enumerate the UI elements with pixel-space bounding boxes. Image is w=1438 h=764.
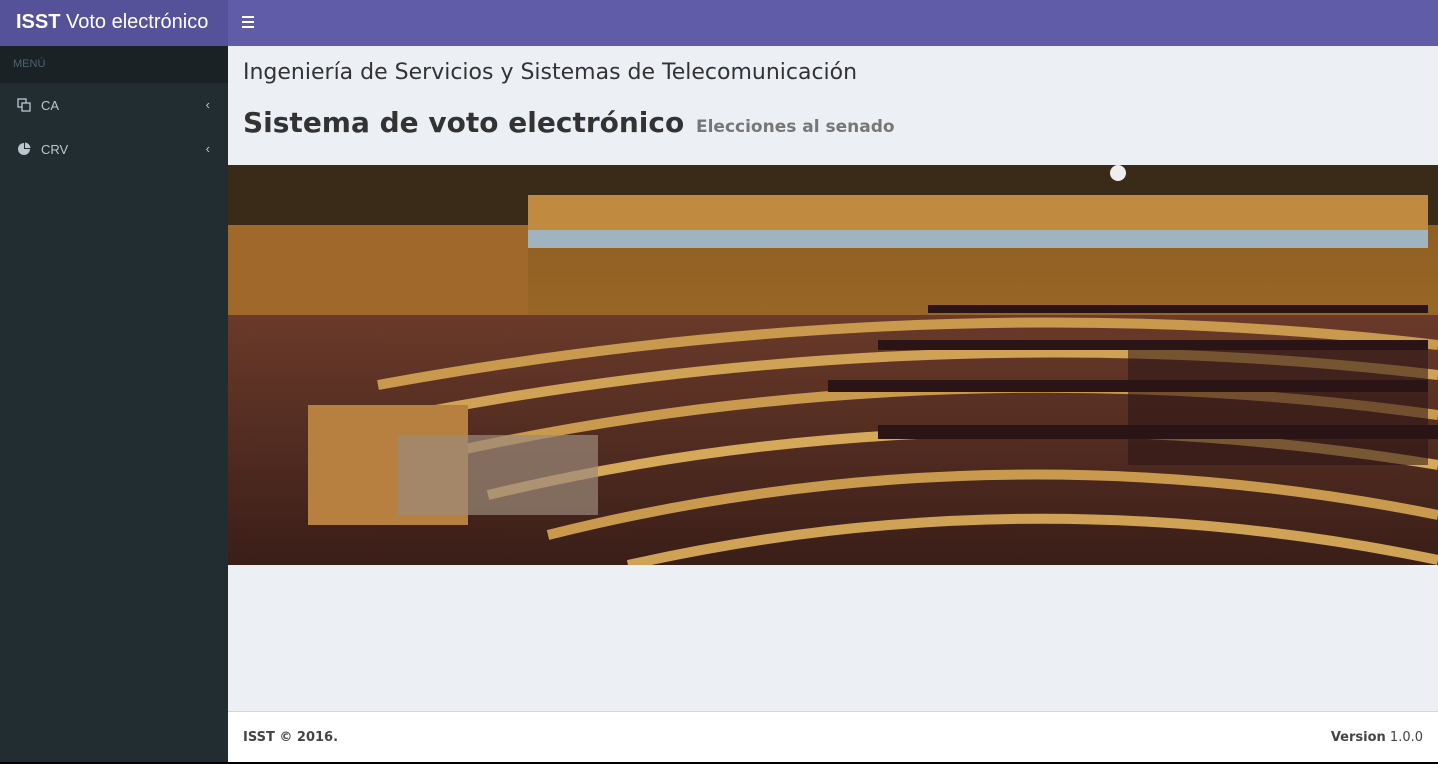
footer-copyright: ISST © 2016. (243, 730, 339, 745)
brand-text: Voto electrónico (66, 11, 209, 33)
top-navbar (228, 0, 1438, 46)
version-label: Version (1330, 730, 1386, 745)
footer-version: Version 1.0.0 (1331, 730, 1423, 745)
sidebar-item-ca[interactable]: CA ‹ (0, 83, 228, 127)
sidebar-item-label: CRV (41, 141, 69, 157)
sidebar-item-label: CA (41, 97, 60, 113)
pie-chart-icon (16, 141, 32, 157)
brand-bold: ISST (16, 11, 61, 33)
chevron-left-icon: ‹ (205, 141, 210, 156)
page-title-text: Sistema de voto electrónico (243, 106, 685, 139)
org-title: Ingeniería de Servicios y Sistemas de Te… (243, 60, 858, 85)
footer: ISST © 2016. Version 1.0.0 (228, 711, 1438, 762)
chevron-left-icon: ‹ (205, 97, 210, 112)
sidebar-item-crv[interactable]: CRV ‹ (0, 127, 228, 171)
version-number: 1.0.0 (1389, 730, 1423, 745)
page-title: Sistema de voto electrónico Elecciones a… (243, 106, 895, 139)
sidebar-header: MENÚ (0, 46, 228, 83)
brand-logo[interactable]: ISST Voto electrónico (0, 0, 228, 46)
page-subtitle: Elecciones al senado (695, 117, 895, 137)
hamburger-menu-icon[interactable] (242, 14, 258, 30)
sidebar: MENÚ CA ‹ CRV ‹ (0, 46, 228, 764)
clone-icon (16, 97, 32, 113)
hero-image (228, 165, 1438, 565)
